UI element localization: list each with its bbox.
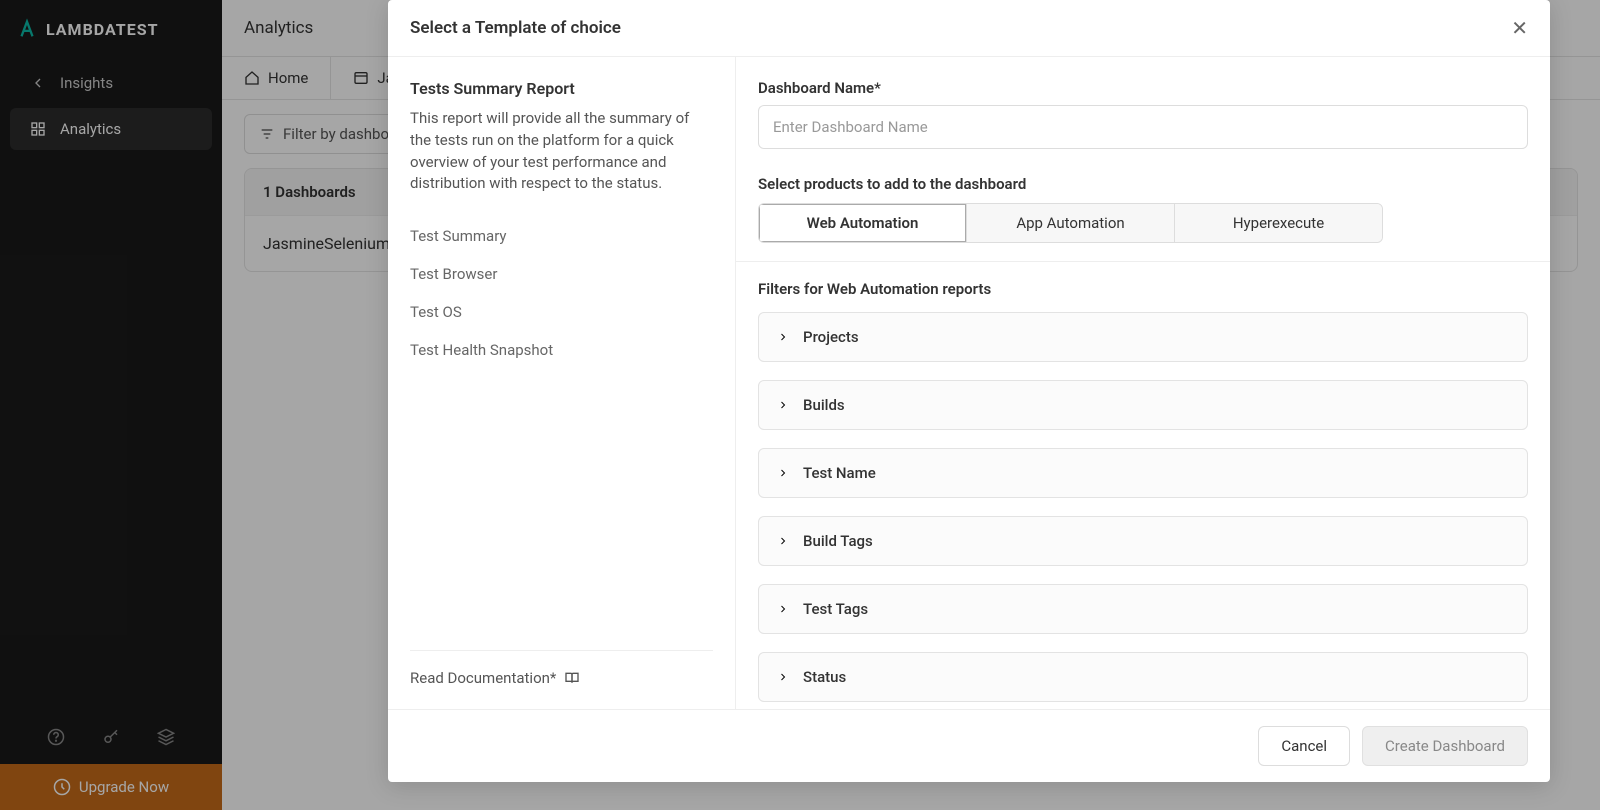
report-item-test-os[interactable]: Test OS [410, 293, 713, 331]
product-web-automation[interactable]: Web Automation [759, 204, 967, 242]
dashboard-name-input[interactable] [758, 105, 1528, 149]
modal-title: Select a Template of choice [410, 18, 621, 38]
cancel-button[interactable]: Cancel [1258, 726, 1350, 766]
filter-test-tags[interactable]: Test Tags [758, 584, 1528, 634]
select-products-label: Select products to add to the dashboard [758, 175, 1528, 193]
product-segmented-control: Web Automation App Automation Hyperexecu… [758, 203, 1383, 243]
product-app-automation[interactable]: App Automation [967, 204, 1175, 242]
filter-builds[interactable]: Builds [758, 380, 1528, 430]
read-documentation-link[interactable]: Read Documentation* [410, 650, 713, 687]
report-description: This report will provide all the summary… [410, 108, 713, 195]
filter-build-tags[interactable]: Build Tags [758, 516, 1528, 566]
product-hyperexecute[interactable]: Hyperexecute [1175, 204, 1382, 242]
report-item-test-summary[interactable]: Test Summary [410, 217, 713, 255]
chevron-right-icon [777, 671, 789, 683]
modal-header: Select a Template of choice ✕ [388, 0, 1550, 57]
filter-status-label: Status [803, 668, 846, 686]
modal-footer: Cancel Create Dashboard [388, 709, 1550, 782]
template-modal: Select a Template of choice ✕ Tests Summ… [388, 0, 1550, 782]
filter-projects-label: Projects [803, 328, 859, 346]
chevron-right-icon [777, 467, 789, 479]
chevron-right-icon [777, 399, 789, 411]
filters-scroll-area[interactable]: Filters for Web Automation reports Proje… [736, 262, 1550, 709]
chevron-right-icon [777, 535, 789, 547]
filter-test-name-label: Test Name [803, 464, 876, 482]
read-docs-label: Read Documentation* [410, 669, 556, 687]
chevron-right-icon [777, 331, 789, 343]
chevron-right-icon [777, 603, 789, 615]
dashboard-name-label: Dashboard Name* [758, 79, 1528, 97]
modal-right-panel: Dashboard Name* Select products to add t… [736, 57, 1550, 709]
filter-status[interactable]: Status [758, 652, 1528, 702]
close-icon: ✕ [1511, 16, 1528, 40]
report-item-test-health-snapshot[interactable]: Test Health Snapshot [410, 331, 713, 369]
filter-builds-label: Builds [803, 396, 845, 414]
filter-build-tags-label: Build Tags [803, 532, 873, 550]
filter-test-tags-label: Test Tags [803, 600, 868, 618]
filter-test-name[interactable]: Test Name [758, 448, 1528, 498]
report-title: Tests Summary Report [410, 79, 713, 98]
report-item-test-browser[interactable]: Test Browser [410, 255, 713, 293]
close-button[interactable]: ✕ [1511, 16, 1528, 40]
filters-section-title: Filters for Web Automation reports [758, 280, 1528, 298]
create-dashboard-button[interactable]: Create Dashboard [1362, 726, 1528, 766]
filter-projects[interactable]: Projects [758, 312, 1528, 362]
modal-left-panel: Tests Summary Report This report will pr… [388, 57, 736, 709]
book-icon [564, 670, 580, 686]
